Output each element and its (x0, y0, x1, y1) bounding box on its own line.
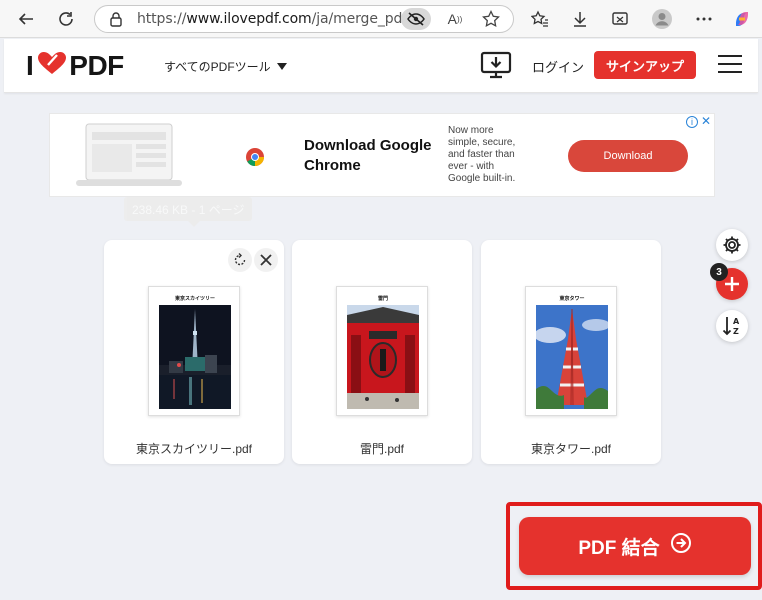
ad-banner[interactable]: Download Google Chrome Now more simple, … (49, 113, 715, 197)
kaminarimon-photo (347, 305, 419, 409)
settings-gear-icon[interactable] (716, 229, 748, 261)
ilovepdf-logo[interactable]: I PDF (26, 50, 124, 82)
skytree-photo (159, 305, 231, 409)
svg-text:Z: Z (733, 327, 739, 336)
page-thumbnail: 東京スカイツリー (148, 286, 240, 416)
more-options-icon[interactable] (692, 7, 716, 31)
url-path: /ja/merge_pdf (311, 11, 408, 27)
ad-description: Now more simple, secure, and faster than… (448, 125, 516, 184)
download-icon[interactable] (568, 7, 592, 31)
arrow-right-circle-icon (670, 532, 692, 560)
caret-down-icon (276, 60, 287, 74)
sort-az-icon[interactable]: AZ (716, 310, 748, 342)
laptop-illustration (74, 122, 186, 190)
tracking-prevention-icon[interactable] (401, 8, 431, 30)
file-card[interactable]: 雷門 雷門.pdf (292, 240, 472, 464)
file-name: 東京スカイツリー.pdf (135, 442, 253, 456)
favorite-star-icon[interactable] (481, 9, 501, 29)
merge-pdf-button[interactable]: PDF 結合 (519, 517, 751, 575)
page-title-text: 東京タワー (559, 296, 585, 302)
ad-title: Download Google Chrome (304, 137, 432, 174)
page-thumbnail: 東京タワー (525, 286, 617, 416)
screenshot-icon[interactable] (608, 7, 632, 31)
remove-file-icon[interactable] (254, 248, 278, 272)
file-name: 東京タワー.pdf (530, 442, 612, 456)
heart-icon (37, 50, 67, 82)
page-title-text: 雷門 (377, 296, 388, 302)
file-info-tooltip: 238.46 KB - 1 ページ (124, 197, 253, 227)
url-text[interactable]: https://www.ilovepdf.com/ja/merge_pdf (137, 11, 407, 27)
lock-icon[interactable] (109, 11, 123, 32)
browser-toolbar: https://www.ilovepdf.com/ja/merge_pdf A)… (0, 0, 762, 38)
logo-right-text: PDF (69, 50, 124, 81)
chrome-logo-icon (245, 147, 265, 167)
login-link[interactable]: ログイン (532, 57, 584, 76)
signup-button[interactable]: サインアップ (594, 51, 696, 79)
refresh-icon[interactable] (54, 7, 78, 31)
all-tools-label: すべてのPDFツール (164, 60, 271, 74)
rotate-icon[interactable] (228, 248, 252, 272)
file-card[interactable]: 東京タワー 東京タワー.pdf (481, 240, 661, 464)
logo-left-text: I (26, 50, 34, 81)
read-aloud-label: A (447, 11, 457, 27)
tokyo-tower-photo (536, 305, 608, 409)
desktop-app-download-icon[interactable] (480, 51, 512, 79)
svg-text:A: A (733, 317, 740, 326)
page-thumbnail: 雷門 (336, 286, 428, 416)
file-card[interactable]: 東京スカイツリー 東京スカイツリー.pdf (104, 240, 284, 464)
back-arrow-icon[interactable] (14, 7, 38, 31)
app-window: https://www.ilovepdf.com/ja/merge_pdf A)… (0, 0, 762, 600)
copilot-icon[interactable] (730, 7, 754, 31)
read-aloud-icon[interactable]: A)) (445, 9, 465, 29)
hamburger-menu-icon[interactable] (718, 55, 742, 75)
url-prefix: https:// (137, 11, 187, 27)
ad-info-icon[interactable]: i (686, 116, 698, 128)
all-tools-dropdown[interactable]: すべてのPDFツール (164, 58, 287, 75)
favorites-icon[interactable] (528, 7, 552, 31)
page-title-text: 東京スカイツリー (174, 296, 215, 302)
merge-label: PDF 結合 (578, 537, 660, 559)
ad-close-icon[interactable]: ✕ (700, 115, 712, 127)
profile-avatar-icon[interactable] (650, 7, 674, 31)
address-bar[interactable]: https://www.ilovepdf.com/ja/merge_pdf A)… (94, 5, 514, 33)
url-host: www.ilovepdf.com (186, 11, 312, 27)
site-header: I PDF すべてのPDFツール ログイン サインアップ (4, 39, 758, 93)
file-count-badge: 3 (710, 263, 728, 281)
file-name: 雷門.pdf (359, 442, 405, 456)
ad-download-button[interactable]: Download (568, 140, 688, 172)
